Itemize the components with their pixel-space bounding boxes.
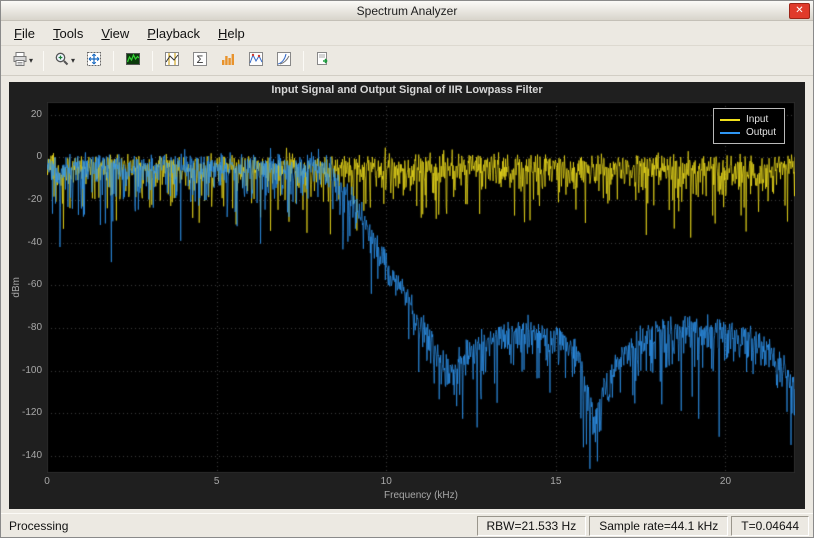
y-tick-label: -20 [9,194,42,205]
x-axis-label: Frequency (kHz) [47,490,795,501]
legend[interactable]: Input Output [713,108,785,144]
legend-line-sample [720,119,740,121]
menu-bar: FileToolsViewPlaybackHelp [1,21,813,46]
dropdown-arrow-icon[interactable]: ▾ [71,56,75,65]
figure-area: Input Signal and Output Signal of IIR Lo… [9,82,805,509]
cursors-icon [164,51,180,70]
ccdf-icon [276,51,292,70]
menu-item-view[interactable]: View [92,21,138,45]
status-bar: Processing RBW=21.533 HzSample rate=44.1… [1,513,813,537]
spectrum-settings-button[interactable] [120,49,146,73]
legend-entry[interactable]: Input [720,114,776,125]
y-tick-label: 0 [9,151,42,162]
y-tick-label: -120 [9,407,42,418]
toolbar-separator [113,51,114,71]
legend-line-sample [720,132,740,134]
x-tick-label: 15 [544,476,568,487]
status-segment: T=0.04644 [731,516,809,536]
plot-canvas[interactable] [47,102,795,473]
dropdown-arrow-icon[interactable]: ▾ [29,56,33,65]
plot-title: Input Signal and Output Signal of IIR Lo… [9,84,805,96]
x-tick-label: 10 [374,476,398,487]
menu-item-tools[interactable]: Tools [44,21,92,45]
y-tick-label: 20 [9,109,42,120]
legend-label: Output [746,127,776,138]
y-tick-label: -80 [9,322,42,333]
toolbar-separator [43,51,44,71]
y-tick-label: -40 [9,237,42,248]
print-button[interactable]: ▾ [8,49,37,73]
signal-statistics-button[interactable]: Σ [187,49,213,73]
peaks-icon [220,51,236,70]
magnifier-icon [54,51,70,70]
toolbar-separator [303,51,304,71]
scale-axes-fit-button[interactable] [81,49,107,73]
spectrum-analyzer-window: Spectrum Analyzer ✕ FileToolsViewPlaybac… [0,0,814,538]
printer-icon [12,51,28,70]
y-tick-label: -100 [9,365,42,376]
title-bar: Spectrum Analyzer ✕ [1,1,813,21]
fit-icon [86,51,102,70]
distortion-icon [248,51,264,70]
y-tick-label: -60 [9,279,42,290]
legend-label: Input [746,114,768,125]
status-segments: RBW=21.533 HzSample rate=44.1 kHzT=0.046… [474,516,810,536]
x-tick-label: 0 [35,476,59,487]
status-message: Processing [9,519,474,533]
menu-item-file[interactable]: File [5,21,44,45]
distortion-measurements-button[interactable] [243,49,269,73]
status-segment: Sample rate=44.1 kHz [589,516,728,536]
x-tick-label: 20 [713,476,737,487]
zoom-in-button[interactable]: ▾ [50,49,79,73]
close-button[interactable]: ✕ [789,3,810,19]
svg-text:Σ: Σ [197,54,204,66]
legend-entry[interactable]: Output [720,127,776,138]
menu-item-playback[interactable]: Playback [138,21,209,45]
close-icon: ✕ [795,5,803,16]
spectrum-icon [125,51,141,70]
stats-icon: Σ [192,51,208,70]
menu-item-help[interactable]: Help [209,21,254,45]
toolbar-separator [152,51,153,71]
cursor-measurements-button[interactable] [159,49,185,73]
ccdf-measurements-button[interactable] [271,49,297,73]
x-tick-label: 5 [205,476,229,487]
status-segment: RBW=21.533 Hz [477,516,587,536]
y-tick-label: -140 [9,450,42,461]
playback-export-button[interactable] [310,49,336,73]
peak-finder-button[interactable] [215,49,241,73]
window-title: Spectrum Analyzer [357,4,458,18]
toolbar: ▾ ▾ Σ [1,46,813,76]
export-icon [315,51,331,70]
